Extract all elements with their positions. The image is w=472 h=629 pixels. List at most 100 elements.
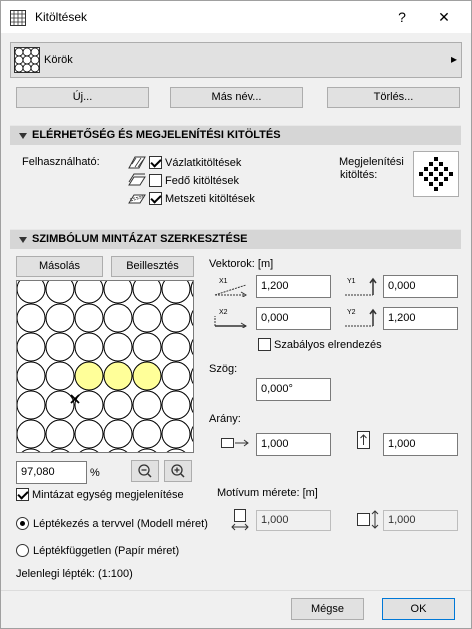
cover-fills-label: Fedő kitöltések [165, 175, 239, 187]
pattern-circle [132, 332, 162, 362]
pattern-circle [74, 281, 104, 304]
pattern-circle [161, 332, 191, 362]
title-bar: Kitöltések ? ✕ [1, 1, 471, 33]
pattern-circle [137, 448, 157, 452]
show-pattern-unit-label: Mintázat egység megjelenítése [32, 489, 184, 501]
pattern-circle [17, 303, 46, 333]
pattern-circle [108, 448, 128, 452]
svg-text:X1: X1 [219, 278, 228, 285]
highlighted-circle [74, 361, 104, 391]
pattern-circle [103, 332, 133, 362]
x1-vector-icon: X1 [214, 278, 247, 297]
symbol-section-header[interactable]: SZIMBÓLUM MINTÁZAT SZERKESZTÉSE [10, 229, 461, 249]
pattern-circle [132, 419, 162, 449]
zoom-out-icon [138, 464, 152, 478]
cut-fills-label: Metszeti kitöltések [165, 193, 255, 205]
chevron-right-icon: ▸ [451, 52, 458, 66]
section-title: ELÉRHETŐSÉG ÉS MEGJELENÍTÉSI KITÖLTÉS [32, 129, 281, 141]
ratio-horizontal-icon [221, 438, 249, 448]
new-button[interactable]: Új... [16, 87, 149, 108]
ratio-vertical-icon [357, 431, 370, 449]
paste-button[interactable]: Beillesztés [111, 256, 194, 277]
zoom-input[interactable]: 97,080 [16, 461, 87, 484]
x2-vector-icon: X2 [214, 309, 247, 328]
pattern-circle [17, 419, 46, 449]
zoom-in-button[interactable] [164, 460, 192, 482]
zoom-out-button[interactable] [131, 460, 159, 482]
pattern-circle [21, 448, 41, 452]
pattern-circle [74, 419, 104, 449]
pattern-circle [17, 361, 46, 391]
pattern-circle [161, 361, 191, 391]
cut-fills-checkbox[interactable] [149, 192, 162, 205]
pattern-grid[interactable] [17, 281, 193, 452]
pattern-circle [103, 390, 133, 420]
pattern-circle [166, 448, 186, 452]
cancel-button[interactable]: Mégse [291, 598, 364, 620]
zoom-unit: % [90, 467, 100, 479]
pattern-circle [74, 303, 104, 333]
regular-layout-label: Szabályos elrendezés [274, 339, 382, 351]
selected-fill-name: Körök [44, 54, 73, 66]
pattern-circle [132, 281, 162, 304]
display-fill-preview[interactable] [413, 151, 459, 197]
rename-button[interactable]: Más név... [170, 87, 303, 108]
pattern-circle [45, 390, 75, 420]
fill-app-icon [10, 10, 26, 26]
svg-text:X2: X2 [219, 309, 228, 316]
footer-divider [1, 590, 471, 591]
pattern-editor-canvas[interactable] [16, 280, 194, 453]
pattern-circle [45, 361, 75, 391]
ok-button[interactable]: OK [382, 598, 455, 620]
pattern-circle [191, 449, 193, 452]
drafting-fills-label: Vázlatkitöltések [165, 157, 242, 169]
fill-selector[interactable]: Körök ▸ [10, 42, 462, 78]
ratio-x-input[interactable]: 1,000 [256, 433, 331, 456]
regular-layout-checkbox[interactable] [258, 338, 271, 351]
pattern-circle [45, 419, 75, 449]
scale-paper-label: Léptékfüggetlen (Papír méret) [33, 545, 180, 557]
zoom-in-icon [171, 464, 185, 478]
ratio-label: Arány: [209, 413, 241, 425]
cover-fills-checkbox[interactable] [149, 174, 162, 187]
usable-label: Felhasználható: [22, 156, 100, 168]
help-button[interactable]: ? [384, 1, 420, 33]
close-button[interactable]: ✕ [426, 1, 462, 33]
scale-model-radio[interactable] [16, 517, 29, 530]
pattern-circle [161, 303, 191, 333]
motif-width-icon [231, 509, 249, 531]
x2-input[interactable]: 0,000 [256, 307, 331, 330]
scale-paper-radio[interactable] [16, 544, 29, 557]
y1-vector-icon: Y1 [345, 277, 377, 296]
availability-section-header[interactable]: ELÉRHETŐSÉG ÉS MEGJELENÍTÉSI KITÖLTÉS [10, 125, 461, 145]
drafting-fills-checkbox[interactable] [149, 156, 162, 169]
angle-label: Szög: [209, 363, 238, 375]
y2-input[interactable]: 1,200 [383, 307, 458, 330]
cover-fill-icon [128, 173, 146, 186]
pattern-circle [161, 390, 191, 420]
y1-input[interactable]: 0,000 [383, 275, 458, 298]
y2-vector-icon: Y2 [345, 308, 377, 327]
pattern-circle [132, 390, 162, 420]
x1-input[interactable]: 1,200 [256, 275, 331, 298]
pattern-circle [17, 332, 46, 362]
ratio-y-input[interactable]: 1,000 [383, 433, 458, 456]
pattern-circle [103, 419, 133, 449]
pattern-circle [50, 448, 70, 452]
delete-button[interactable]: Törlés... [327, 87, 460, 108]
show-pattern-unit-checkbox[interactable] [16, 488, 29, 501]
motif-height-input: 1,000 [383, 510, 458, 531]
pattern-circle [190, 367, 193, 385]
pattern-circle [45, 303, 75, 333]
pattern-circle [190, 425, 193, 443]
circles-fill-icon [14, 47, 40, 73]
pattern-circle [17, 390, 46, 420]
highlighted-circle [132, 361, 162, 391]
display-fill-label-line2: kitöltés: [340, 169, 378, 181]
pattern-circle [190, 338, 193, 356]
pattern-circle [161, 281, 191, 304]
motif-width-input: 1,000 [256, 510, 331, 531]
angle-input[interactable]: 0,000° [256, 378, 331, 401]
window-title: Kitöltések [35, 10, 88, 24]
copy-button[interactable]: Másolás [16, 256, 103, 277]
